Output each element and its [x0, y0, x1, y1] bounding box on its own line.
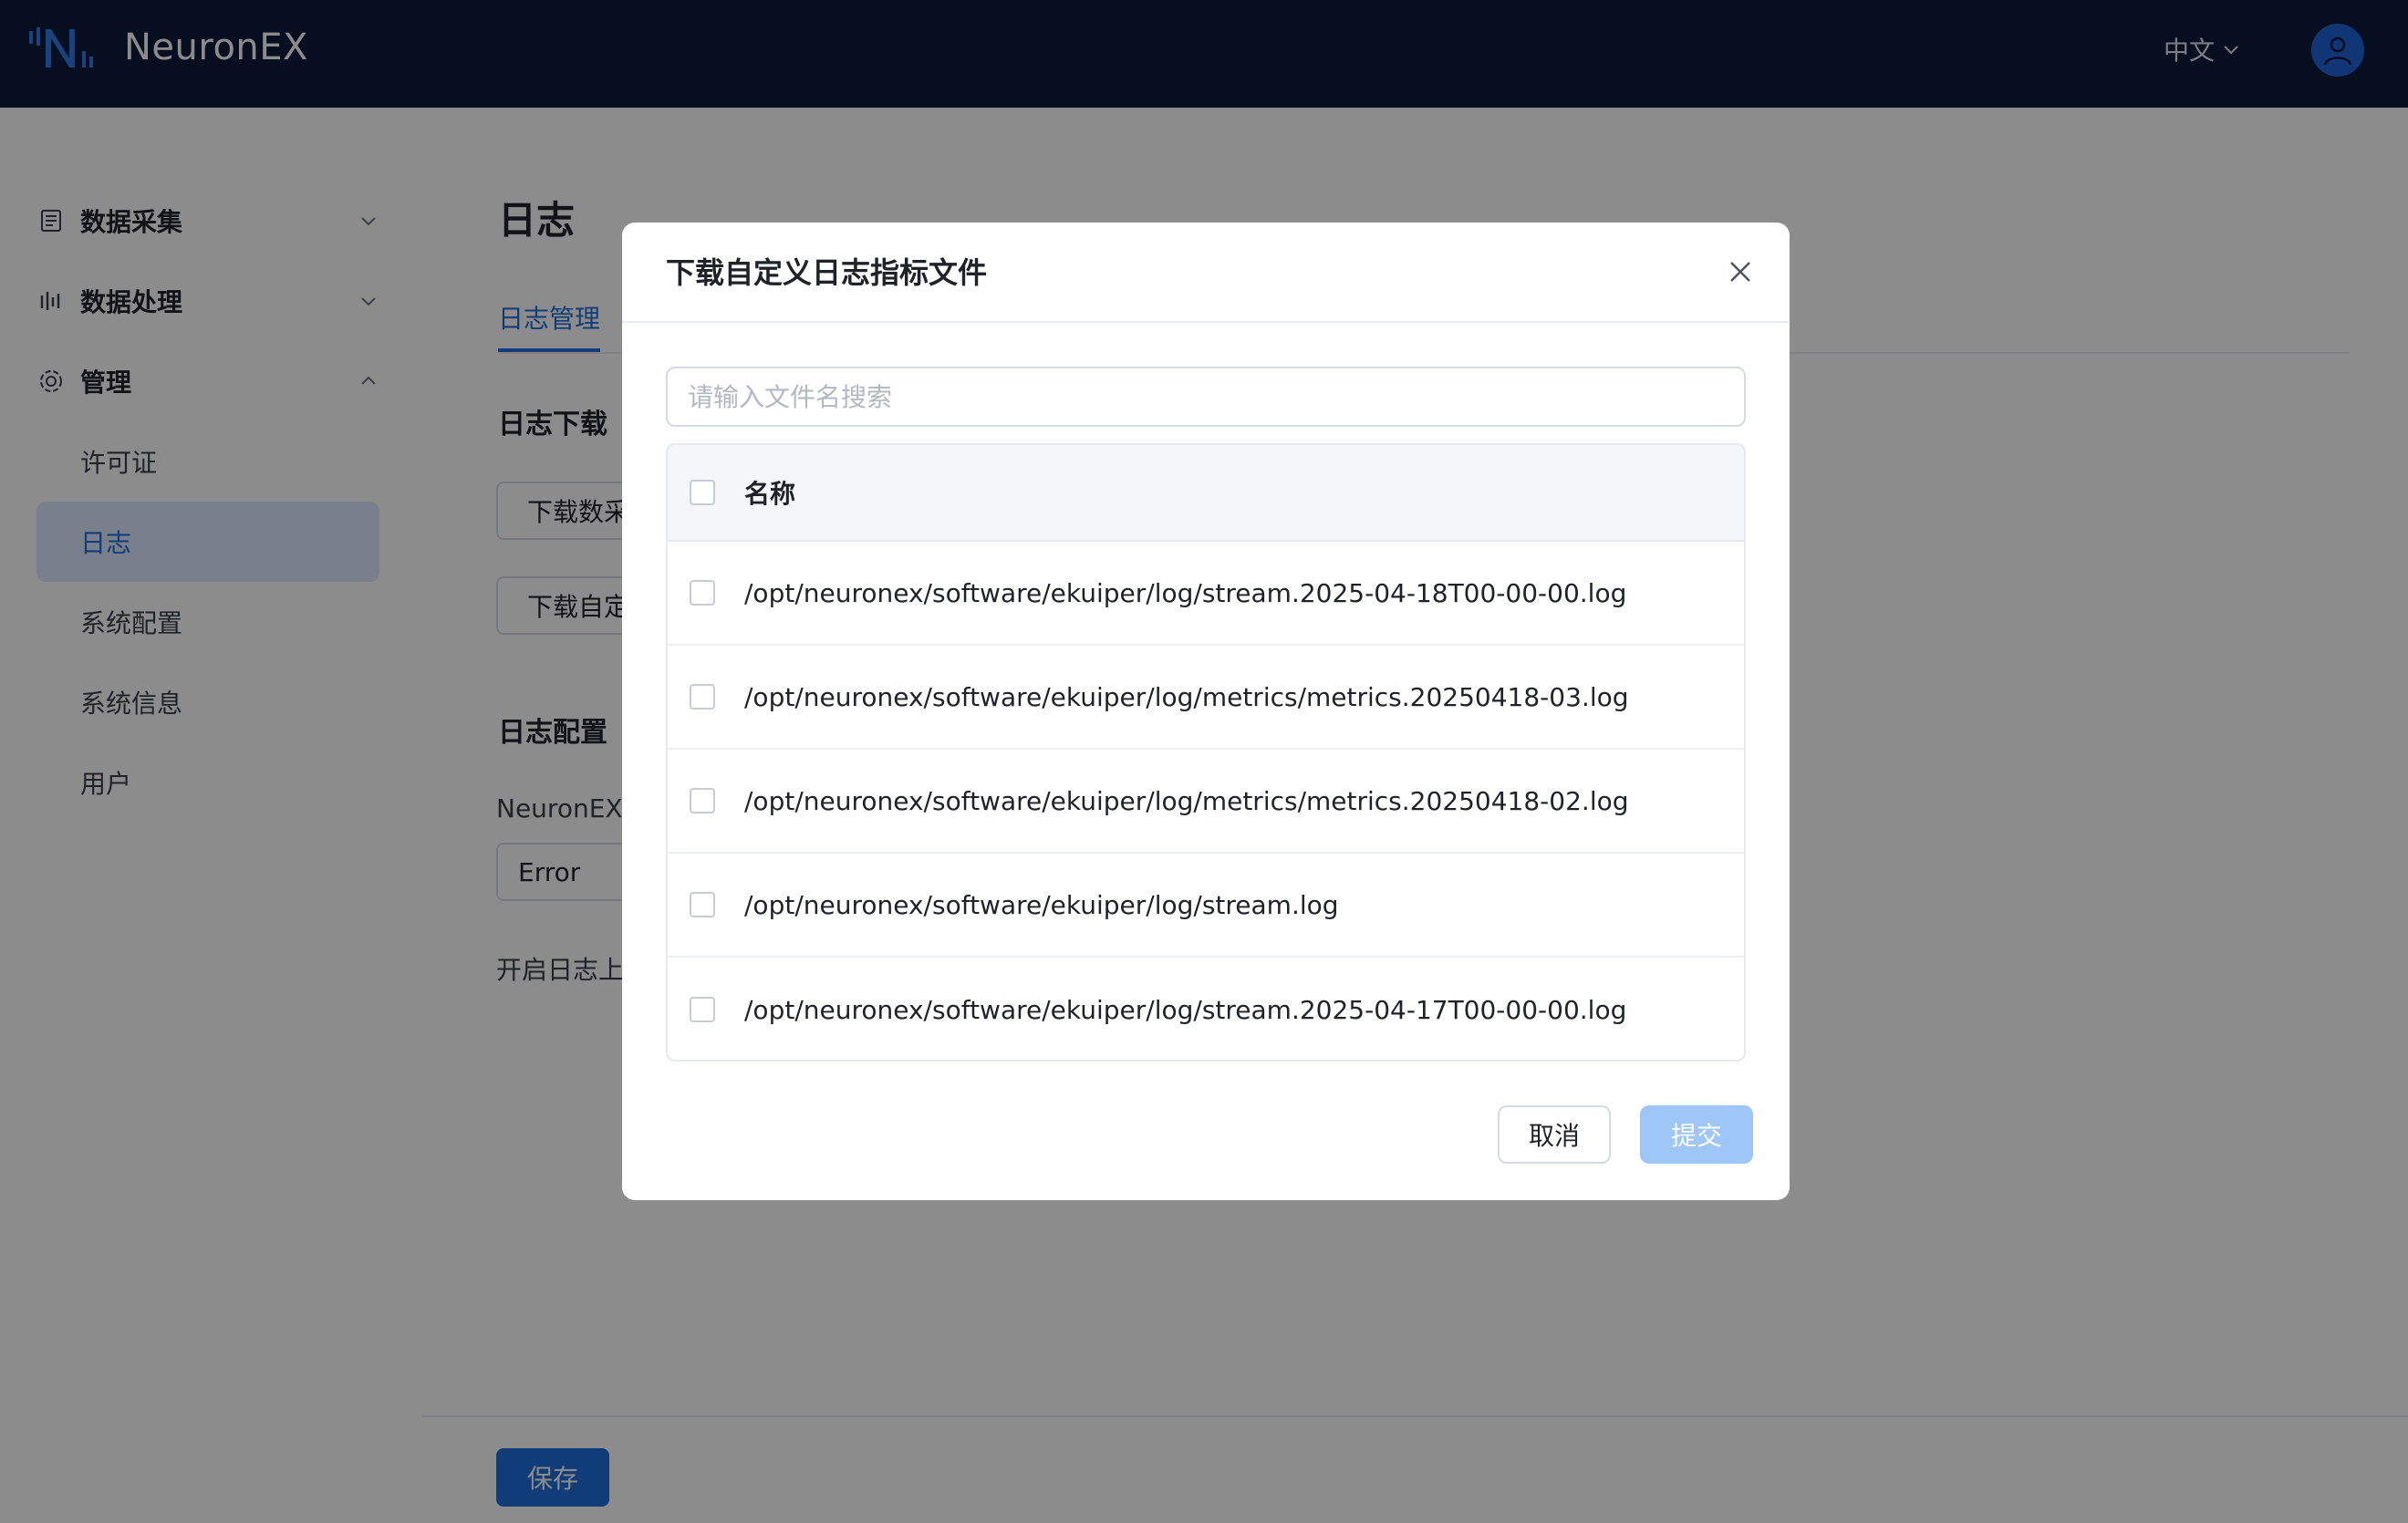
modal-title: 下载自定义日志指标文件: [666, 255, 988, 290]
download-custom-log-modal: 下载自定义日志指标文件 名称 /opt/neuronex/software/ek…: [622, 223, 1790, 1200]
modal-header: 下载自定义日志指标文件: [622, 223, 1790, 323]
table-row[interactable]: /opt/neuronex/software/ekuiper/log/strea…: [668, 958, 1744, 1060]
file-table: 名称 /opt/neuronex/software/ekuiper/log/st…: [666, 443, 1746, 1062]
row-checkbox[interactable]: [690, 892, 715, 917]
table-row[interactable]: /opt/neuronex/software/ekuiper/log/strea…: [668, 542, 1744, 646]
column-header-name: 名称: [744, 479, 796, 509]
file-path: /opt/neuronex/software/ekuiper/log/metri…: [744, 785, 1629, 816]
row-checkbox[interactable]: [690, 997, 715, 1022]
row-checkbox[interactable]: [690, 580, 715, 606]
row-checkbox[interactable]: [690, 788, 715, 813]
cancel-button[interactable]: 取消: [1498, 1105, 1611, 1164]
close-icon: [1730, 262, 1750, 282]
close-button[interactable]: [1724, 255, 1757, 288]
file-path: /opt/neuronex/software/ekuiper/log/strea…: [744, 889, 1339, 920]
table-header: 名称: [668, 445, 1744, 542]
file-path: /opt/neuronex/software/ekuiper/log/strea…: [744, 994, 1627, 1025]
file-search-input[interactable]: [666, 367, 1746, 427]
table-row[interactable]: /opt/neuronex/software/ekuiper/log/metri…: [668, 646, 1744, 750]
submit-button[interactable]: 提交: [1640, 1105, 1753, 1164]
table-row[interactable]: /opt/neuronex/software/ekuiper/log/strea…: [668, 854, 1744, 958]
file-path: /opt/neuronex/software/ekuiper/log/strea…: [744, 577, 1627, 608]
row-checkbox[interactable]: [690, 684, 715, 710]
select-all-checkbox[interactable]: [690, 480, 715, 505]
file-path: /opt/neuronex/software/ekuiper/log/metri…: [744, 681, 1629, 712]
table-row[interactable]: /opt/neuronex/software/ekuiper/log/metri…: [668, 750, 1744, 854]
